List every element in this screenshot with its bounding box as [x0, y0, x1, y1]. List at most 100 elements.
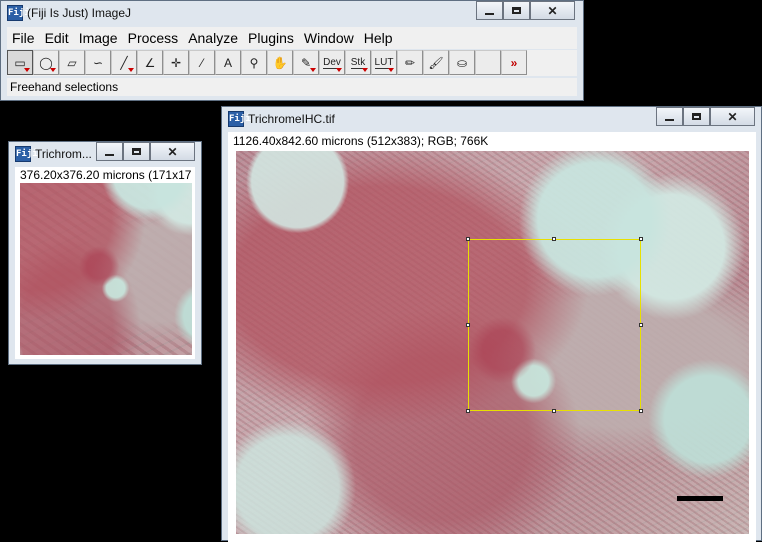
dropdown-indicator-icon [362, 68, 368, 72]
tissue-image [20, 183, 192, 355]
fiji-icon: Fiji [228, 111, 251, 127]
close-button[interactable]: ✕ [150, 142, 195, 161]
magnifier-tool-button[interactable]: ⚲ [241, 50, 267, 75]
minimize-icon [665, 118, 674, 121]
angle-tool-button[interactable]: ∠ [137, 50, 163, 75]
close-icon: ✕ [167, 144, 178, 159]
dropdown-indicator-icon [50, 68, 56, 72]
polygon-tool-button[interactable]: ▱ [59, 50, 85, 75]
dropdown-indicator-icon [310, 68, 316, 72]
menu-window[interactable]: Window [299, 27, 359, 49]
dropdown-indicator-icon [24, 68, 30, 72]
lut-tool-button[interactable]: LUT [371, 50, 397, 75]
text-tool-button[interactable]: A [215, 50, 241, 75]
hand-tool-button[interactable]: ✋ [267, 50, 293, 75]
wand-tool-icon: ⁄ [200, 55, 203, 70]
window-controls: ✕ [656, 107, 755, 126]
roi-handle[interactable] [466, 409, 470, 413]
rectangle-tool-button[interactable]: ▭ [7, 50, 33, 75]
roi-handle[interactable] [639, 323, 643, 327]
maximize-button[interactable] [123, 142, 150, 161]
point-tool-button[interactable]: ✛ [163, 50, 189, 75]
hand-tool-icon: ✋ [272, 55, 288, 70]
stk-tool-button[interactable]: Stk [345, 50, 371, 75]
roi-handle[interactable] [466, 237, 470, 241]
menu-bar: File Edit Image Process Analyze Plugins … [7, 27, 577, 49]
roi-handle[interactable] [552, 237, 556, 241]
maximize-icon [692, 113, 701, 120]
oval-tool-button[interactable]: ◯ [33, 50, 59, 75]
minimize-icon [105, 153, 114, 156]
maximize-button[interactable] [683, 107, 710, 126]
menu-edit[interactable]: Edit [40, 27, 74, 49]
dev-tool-button[interactable]: Dev [319, 50, 345, 75]
dropdown-indicator-icon [388, 68, 394, 72]
title-bar[interactable]: Fiji (Fiji Is Just) ImageJ ✕ [1, 1, 583, 25]
angle-tool-icon: ∠ [144, 55, 156, 70]
image-info: 376.20x376.20 microns (171x17 [20, 168, 192, 182]
line-tool-icon: ╱ [120, 55, 128, 70]
window-controls: ✕ [96, 142, 195, 161]
dropper-tool-button[interactable]: ✎ [293, 50, 319, 75]
close-icon: ✕ [727, 109, 738, 124]
window-title: (Fiji Is Just) ImageJ [27, 6, 132, 20]
roi-handle[interactable] [639, 237, 643, 241]
close-button[interactable]: ✕ [710, 107, 755, 126]
roi-handle[interactable] [639, 409, 643, 413]
stk-tool: Stk [350, 56, 366, 69]
dev-tool: Dev [323, 56, 341, 69]
lut-tool: LUT [374, 56, 394, 69]
image-canvas[interactable] [20, 183, 192, 355]
minimize-icon [485, 12, 494, 15]
minimize-button[interactable] [96, 142, 123, 161]
menu-image[interactable]: Image [74, 27, 123, 49]
freehand-tool-icon: ∽ [92, 55, 104, 70]
title-bar[interactable]: Fiji TrichromeIHC.tif ✕ [222, 107, 761, 131]
window-title: Trichrom... [35, 147, 92, 161]
maximize-button[interactable] [503, 1, 530, 20]
title-bar[interactable]: Fiji Trichrom... ✕ [9, 142, 201, 166]
roi-handle[interactable] [466, 323, 470, 327]
scale-bar [677, 496, 723, 501]
image-panel: 1126.40x842.60 microns (512x383); RGB; 7… [228, 132, 756, 542]
status-bar: Freehand selections [7, 78, 577, 96]
close-icon: ✕ [547, 3, 558, 18]
fiji-icon: Fiji [15, 146, 38, 162]
magnifier-tool-icon: ⚲ [249, 55, 259, 70]
more-tools-icon: » [510, 55, 518, 70]
menu-file[interactable]: File [7, 27, 40, 49]
maximize-icon [512, 7, 521, 14]
dropdown-indicator-icon [336, 68, 342, 72]
minimize-button[interactable] [656, 107, 683, 126]
menu-help[interactable]: Help [359, 27, 398, 49]
large-image-window: Fiji TrichromeIHC.tif ✕ 1126.40x842.60 m… [221, 106, 762, 542]
more-tools-button[interactable]: » [501, 50, 527, 75]
flood-fill-tool-button[interactable]: ⛀ [449, 50, 475, 75]
rectangle-roi[interactable] [466, 237, 643, 413]
pencil-tool-button[interactable]: ✏ [397, 50, 423, 75]
brush-tool-button[interactable]: 🖌 [423, 50, 449, 75]
image-info: 1126.40x842.60 microns (512x383); RGB; 7… [233, 134, 489, 148]
menu-plugins[interactable]: Plugins [243, 27, 299, 49]
pencil-tool-icon: ✏ [404, 55, 416, 70]
flood-fill-tool-icon: ⛀ [456, 55, 468, 70]
maximize-icon [132, 148, 141, 155]
freehand-tool-button[interactable]: ∽ [85, 50, 111, 75]
dropdown-indicator-icon [128, 68, 134, 72]
brush-tool-icon: 🖌 [428, 55, 444, 70]
minimize-button[interactable] [476, 1, 503, 20]
roi-handle[interactable] [552, 409, 556, 413]
menu-process[interactable]: Process [123, 27, 184, 49]
menu-analyze[interactable]: Analyze [183, 27, 243, 49]
blank-tool-button[interactable] [475, 50, 501, 75]
image-panel: 376.20x376.20 microns (171x17 [15, 167, 195, 359]
image-canvas[interactable] [236, 151, 749, 534]
small-image-window: Fiji Trichrom... ✕ 376.20x376.20 microns… [8, 141, 202, 365]
window-title: TrichromeIHC.tif [248, 112, 335, 126]
imagej-main-window: Fiji (Fiji Is Just) ImageJ ✕ File Edit I… [0, 0, 584, 101]
close-button[interactable]: ✕ [530, 1, 575, 20]
fiji-icon: Fiji [7, 5, 30, 21]
window-controls: ✕ [476, 1, 575, 20]
wand-tool-button[interactable]: ⁄ [189, 50, 215, 75]
line-tool-button[interactable]: ╱ [111, 50, 137, 75]
